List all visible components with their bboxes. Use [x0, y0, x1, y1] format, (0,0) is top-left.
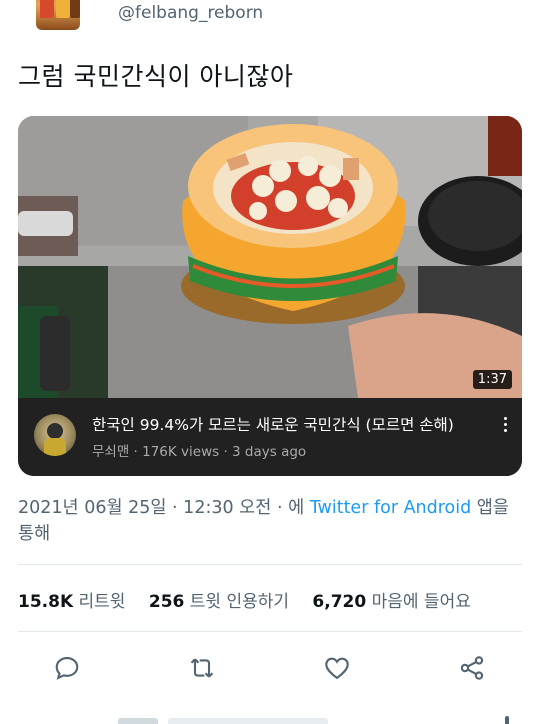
video-thumbnail[interactable]	[18, 116, 522, 398]
share-button[interactable]	[452, 648, 492, 688]
like-icon	[325, 657, 349, 680]
quotes-count: 256	[148, 592, 185, 612]
divider	[18, 631, 522, 632]
channel-avatar[interactable]	[34, 414, 76, 456]
source-link[interactable]: Twitter for Android	[310, 498, 472, 518]
next-content-peek	[0, 712, 540, 724]
tweet-text: 그럼 국민간식이 아니잖아	[18, 62, 294, 91]
retweets-label: 리트윗	[78, 592, 126, 612]
video-duration: 1:37	[472, 370, 512, 389]
user-handle[interactable]: @felbang_reborn	[118, 3, 263, 23]
retweets-count: 15.8K	[18, 592, 74, 612]
video-meta: 무쇠맨 · 176K views · 3 days ago	[92, 444, 307, 460]
divider	[18, 564, 522, 565]
quotes-stat[interactable]: 256 트윗 인용하기	[149, 592, 289, 612]
tweet-header: @felbang_reborn	[0, 0, 540, 40]
more-vertical-icon[interactable]	[498, 414, 512, 436]
like-button[interactable]	[317, 648, 357, 688]
video-title[interactable]: 한국인 99.4%가 모르는 새로운 국민간식 (모르면 손해)	[92, 413, 454, 435]
reply-icon	[55, 657, 79, 680]
tweet-actions	[0, 648, 540, 688]
likes-label: 마음에 들어요	[371, 592, 471, 612]
tweet-stats: 15.8K 리트윗 256 트윗 인용하기 6,720 마음에 들어요	[18, 587, 489, 612]
tweet-timestamp: 2021년 06월 25일 · 12:30 오전 · 에	[18, 498, 310, 518]
tweet-timestamp-line: 2021년 06월 25일 · 12:30 오전 · 에 Twitter for…	[18, 495, 528, 547]
likes-stat[interactable]: 6,720 마음에 들어요	[312, 592, 470, 612]
likes-count: 6,720	[312, 592, 367, 612]
video-card[interactable]: 1:37 한국인 99.4%가 모르는 새로운 국민간식 (모르면 손해) 무쇠…	[18, 116, 522, 476]
retweets-stat[interactable]: 15.8K 리트윗	[18, 592, 125, 612]
retweet-button[interactable]	[182, 648, 222, 688]
retweet-icon	[190, 658, 214, 678]
reply-button[interactable]	[47, 648, 87, 688]
quotes-label: 트윗 인용하기	[189, 592, 290, 612]
share-icon	[460, 656, 484, 680]
user-avatar[interactable]	[36, 0, 80, 30]
video-info[interactable]: 한국인 99.4%가 모르는 새로운 국민간식 (모르면 손해) 무쇠맨 · 1…	[18, 398, 522, 476]
